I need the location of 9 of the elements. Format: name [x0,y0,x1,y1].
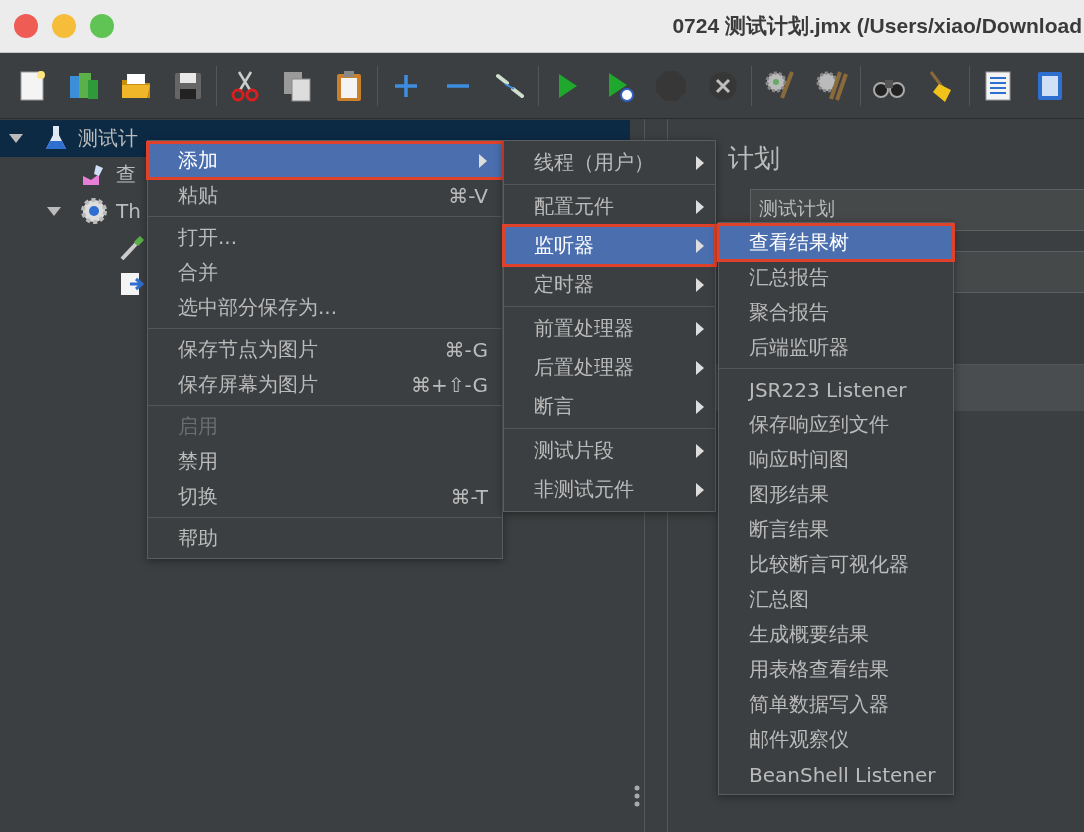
panel-heading: 计划 [728,142,781,175]
shortcut-label: ⌘+⇧-G [411,372,488,397]
tree-label: Th [116,199,141,224]
tree-label: 查 [116,161,136,189]
tree-label: 测试计 [78,124,138,152]
window-title: 0724 测试计划.jmx (/Users/xiao/Download [672,13,1083,39]
shortcut-label: ⌘-V [448,183,488,208]
shortcut-label: ⌘-T [450,484,488,509]
shortcut-label: ⌘-G [444,337,488,362]
